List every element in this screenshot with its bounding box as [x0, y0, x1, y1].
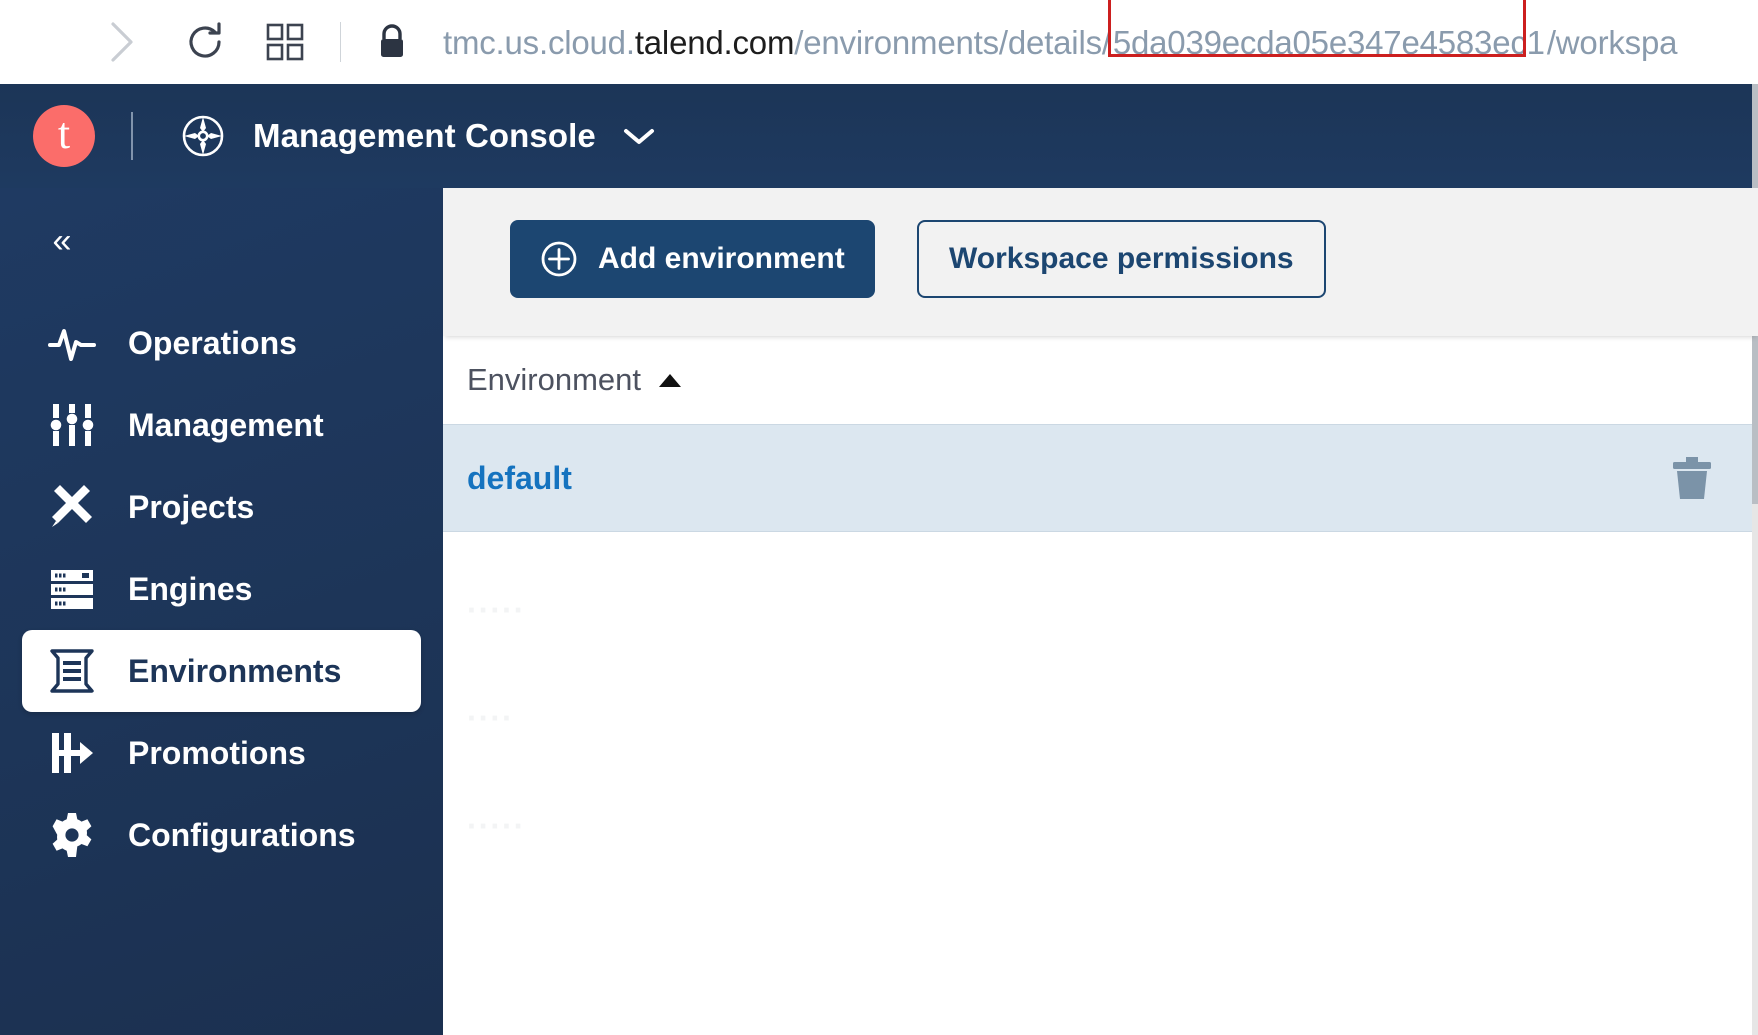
- add-environment-label: Add environment: [598, 242, 845, 276]
- apps-grid-icon[interactable]: [256, 13, 314, 71]
- environment-icon: [44, 645, 100, 697]
- caret-up-icon: [659, 374, 681, 387]
- url-environment-id: 5da039ecda05e347e4583ec1: [1113, 24, 1545, 61]
- collapse-sidebar-button[interactable]: «: [38, 217, 86, 265]
- workspace-permissions-label: Workspace permissions: [949, 242, 1294, 276]
- sliders-icon: [44, 399, 100, 451]
- reload-icon[interactable]: [176, 13, 234, 71]
- toolbar-divider: [340, 22, 341, 62]
- header-divider: [131, 112, 133, 160]
- sidebar-item-label: Operations: [128, 325, 297, 362]
- column-header-label: Environment: [467, 362, 641, 398]
- sidebar-item-environments[interactable]: Environments: [22, 630, 421, 712]
- url-host-domain: talend.com: [635, 26, 794, 59]
- placeholder-row: ·····: [467, 772, 525, 880]
- placeholder-row: ·····: [467, 556, 525, 664]
- compass-target-icon: [175, 108, 231, 164]
- environments-table: Environment default ····· ····: [443, 336, 1758, 1035]
- sidebar-item-label: Management: [128, 407, 324, 444]
- table-header-row: Environment: [443, 336, 1758, 424]
- sidebar-item-operations[interactable]: Operations: [22, 302, 421, 384]
- padlock-icon[interactable]: [363, 13, 421, 71]
- content-toolbar: Add environment Workspace permissions: [443, 188, 1758, 336]
- sidebar-item-management[interactable]: Management: [22, 384, 421, 466]
- sidebar-item-configurations[interactable]: Configurations: [22, 794, 421, 876]
- app-header: t Management Console: [0, 84, 1758, 188]
- talend-logo[interactable]: t: [33, 105, 95, 167]
- back-arrow-icon[interactable]: [18, 13, 76, 71]
- sidebar-item-label: Promotions: [128, 735, 306, 772]
- placeholder-row: ····: [467, 664, 525, 772]
- application-window: t Management Console «: [0, 84, 1758, 1035]
- sidebar-item-promotions[interactable]: Promotions: [22, 712, 421, 794]
- sidebar-nav-list: Operations Management: [0, 302, 443, 876]
- url-path-before: /environments/details/: [794, 26, 1111, 59]
- url-bar[interactable]: tmc.us.cloud.talend.com/environments/det…: [443, 26, 1677, 59]
- url-highlighted-id-wrap: 5da039ecda05e347e4583ec1: [1111, 26, 1547, 59]
- column-header-environment[interactable]: Environment: [467, 362, 681, 398]
- promotion-arrow-icon: [44, 727, 100, 779]
- sidebar-item-label: Environments: [128, 653, 341, 690]
- sidebar: « Operations Management: [0, 188, 443, 1035]
- sidebar-item-label: Configurations: [128, 817, 356, 854]
- sidebar-item-projects[interactable]: Projects: [22, 466, 421, 548]
- pulse-icon: [44, 317, 100, 369]
- sidebar-item-label: Projects: [128, 489, 254, 526]
- browser-toolbar: tmc.us.cloud.talend.com/environments/det…: [0, 0, 1758, 84]
- sidebar-collapse-row: «: [0, 188, 443, 294]
- forward-arrow-icon[interactable]: [92, 13, 150, 71]
- logo-letter: t: [58, 112, 70, 156]
- ruler-pencil-icon: [44, 481, 100, 533]
- url-path-after: /workspa: [1547, 26, 1677, 59]
- table-row[interactable]: default: [443, 424, 1758, 532]
- trash-icon[interactable]: [1660, 446, 1724, 510]
- environment-name-link[interactable]: default: [467, 460, 572, 497]
- workspace-permissions-button[interactable]: Workspace permissions: [917, 220, 1326, 298]
- gear-icon: [44, 809, 100, 861]
- chevron-down-icon[interactable]: [622, 124, 656, 148]
- page-title: Management Console: [253, 117, 596, 155]
- sidebar-item-label: Engines: [128, 571, 252, 608]
- plus-circle-icon: [540, 240, 578, 278]
- sidebar-item-engines[interactable]: Engines: [22, 548, 421, 630]
- server-rack-icon: [44, 563, 100, 615]
- add-environment-button[interactable]: Add environment: [510, 220, 875, 298]
- empty-rows-placeholder: ····· ···· ·····: [467, 556, 525, 880]
- main-content: Add environment Workspace permissions En…: [443, 188, 1758, 1035]
- url-host-prefix: tmc.us.cloud.: [443, 26, 635, 59]
